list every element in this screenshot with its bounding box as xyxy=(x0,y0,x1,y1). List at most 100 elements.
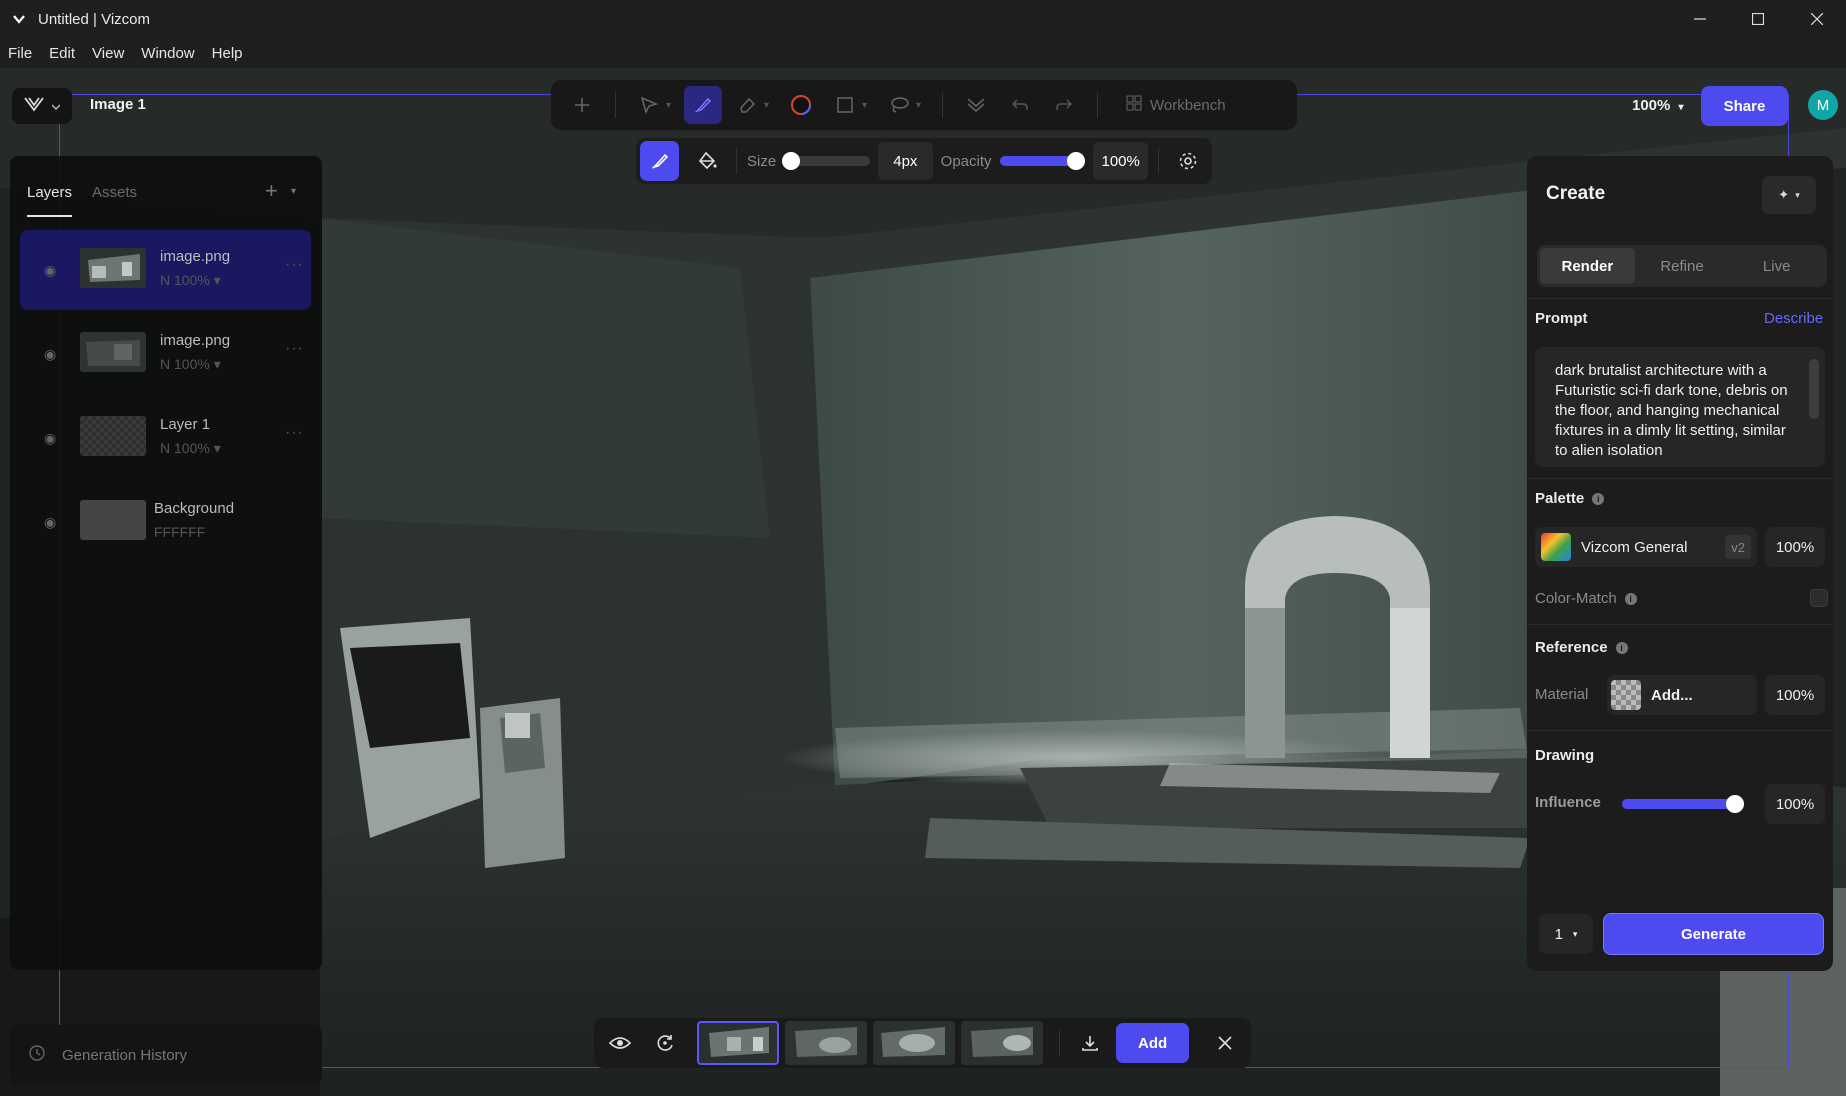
size-slider[interactable] xyxy=(782,152,871,170)
menu-file[interactable]: File xyxy=(8,45,32,62)
more-icon[interactable]: ··· xyxy=(285,424,304,442)
toolbar-divider xyxy=(1059,1030,1061,1056)
regenerate-icon[interactable] xyxy=(646,1023,686,1063)
lasso-icon[interactable] xyxy=(880,86,918,124)
download-icon[interactable] xyxy=(1070,1023,1110,1063)
maximize-icon[interactable] xyxy=(1729,0,1787,38)
eye-icon[interactable]: ◉ xyxy=(44,262,56,279)
menu-help[interactable]: Help xyxy=(212,45,243,62)
workbench-icon xyxy=(1126,95,1142,115)
share-button[interactable]: Share xyxy=(1701,86,1788,126)
tab-render[interactable]: Render xyxy=(1540,248,1635,284)
gear-icon[interactable] xyxy=(1169,141,1208,181)
redo-icon[interactable] xyxy=(1045,86,1083,124)
more-icon[interactable]: ··· xyxy=(285,256,304,274)
chevron-down-icon[interactable]: ▾ xyxy=(916,100,928,111)
section-divider xyxy=(1527,624,1833,625)
minimize-icon[interactable] xyxy=(1671,0,1729,38)
layer-row[interactable]: ◉ image.png N 100% ▾ ··· xyxy=(20,230,311,310)
rectangle-icon[interactable] xyxy=(826,86,864,124)
tab-layers[interactable]: Layers xyxy=(27,184,73,217)
generation-thumbnail[interactable] xyxy=(873,1021,956,1065)
plus-icon[interactable] xyxy=(563,86,601,124)
layer-color-value[interactable]: FFFFFF xyxy=(154,524,205,540)
add-layer-icon[interactable]: + xyxy=(265,178,278,204)
menu-edit[interactable]: Edit xyxy=(49,45,75,62)
generation-history-button[interactable]: Generation History xyxy=(10,1025,322,1085)
describe-link[interactable]: Describe xyxy=(1764,310,1823,327)
opacity-slider[interactable] xyxy=(999,152,1086,170)
menu-view[interactable]: View xyxy=(92,45,124,62)
influence-value[interactable]: 100% xyxy=(1765,784,1825,824)
generation-history-label: Generation History xyxy=(62,1046,188,1064)
eye-icon[interactable]: ◉ xyxy=(44,346,56,363)
color-match-checkbox[interactable] xyxy=(1810,589,1828,607)
material-select[interactable]: Add... xyxy=(1607,675,1757,715)
layers-down-icon[interactable] xyxy=(957,86,995,124)
tab-assets[interactable]: Assets xyxy=(92,184,137,217)
more-icon[interactable]: ··· xyxy=(285,340,304,358)
info-icon[interactable]: i xyxy=(1615,641,1628,654)
close-icon[interactable] xyxy=(1205,1023,1245,1063)
influence-slider[interactable] xyxy=(1622,795,1744,813)
color-circle-icon[interactable] xyxy=(782,86,820,124)
magic-options-button[interactable]: ✦ ▾ xyxy=(1762,176,1816,214)
eye-icon[interactable] xyxy=(600,1023,640,1063)
generate-button[interactable]: Generate xyxy=(1603,913,1824,955)
output-count-select[interactable]: 1 ▾ xyxy=(1539,914,1593,954)
zoom-value: 100% xyxy=(1632,97,1671,114)
prompt-input[interactable]: dark brutalist architecture with a Futur… xyxy=(1535,347,1825,467)
layer-blend-opacity[interactable]: N 100% ▾ xyxy=(160,356,221,373)
add-to-canvas-button[interactable]: Add xyxy=(1115,1023,1190,1063)
document-name[interactable]: Image 1 xyxy=(90,96,146,113)
material-thumbnail xyxy=(1611,680,1641,710)
layer-row[interactable]: ◉ Background FFFFFF xyxy=(20,482,311,562)
chevron-down-icon[interactable]: ▾ xyxy=(862,100,874,111)
layer-blend-opacity[interactable]: N 100% ▾ xyxy=(160,272,221,289)
opacity-slider-knob[interactable] xyxy=(1067,152,1086,170)
material-label: Material xyxy=(1535,686,1589,703)
palette-strength-input[interactable]: 100% xyxy=(1765,527,1825,567)
app-menu-button[interactable] xyxy=(12,88,72,124)
eye-icon[interactable]: ◉ xyxy=(44,430,56,447)
layer-row[interactable]: ◉ image.png N 100% ▾ ··· xyxy=(20,314,311,394)
layers-panel: Layers Assets + ▾ ◉ image.png N 100% ▾ ·… xyxy=(10,156,322,970)
size-value[interactable]: 4px xyxy=(878,142,933,180)
tab-live[interactable]: Live xyxy=(1729,248,1824,284)
opacity-label: Opacity xyxy=(940,152,992,170)
size-slider-knob[interactable] xyxy=(782,152,801,170)
menu-window[interactable]: Window xyxy=(141,45,194,62)
undo-icon[interactable] xyxy=(1001,86,1039,124)
generation-thumbnail[interactable] xyxy=(697,1021,780,1065)
info-icon[interactable]: i xyxy=(1592,492,1605,505)
chevron-down-icon[interactable]: ▾ xyxy=(764,100,776,111)
main-toolbar: ▾ ▾ ▾ ▾ Workbench xyxy=(551,80,1297,130)
material-strength-input[interactable]: 100% xyxy=(1765,675,1825,715)
generation-thumbnail[interactable] xyxy=(961,1021,1044,1065)
eraser-icon[interactable] xyxy=(728,86,766,124)
tab-refine[interactable]: Refine xyxy=(1635,248,1730,284)
generation-bar: Add xyxy=(594,1018,1251,1068)
chevron-down-icon[interactable]: ▾ xyxy=(666,100,678,111)
vizcom-app: Untitled | Vizcom File Edit View Window … xyxy=(0,0,1846,1096)
influence-slider-knob[interactable] xyxy=(1726,795,1744,813)
close-icon[interactable] xyxy=(1788,0,1846,38)
layer-row[interactable]: ◉ Layer 1 N 100% ▾ ··· xyxy=(20,398,311,478)
palette-select[interactable]: Vizcom General v2 xyxy=(1535,527,1757,567)
brush-icon[interactable] xyxy=(684,86,722,124)
eye-icon[interactable]: ◉ xyxy=(44,514,56,531)
section-divider xyxy=(1527,730,1833,731)
generation-thumbnail[interactable] xyxy=(785,1021,868,1065)
workbench-button[interactable]: Workbench xyxy=(1126,95,1226,115)
info-icon[interactable]: i xyxy=(1624,592,1637,605)
zoom-control[interactable]: 100% ▾ xyxy=(1632,97,1684,114)
chevron-down-icon[interactable] xyxy=(0,0,38,38)
avatar[interactable]: M xyxy=(1808,90,1838,120)
fill-bucket-icon[interactable] xyxy=(687,141,726,181)
select-arrow-icon[interactable] xyxy=(630,86,668,124)
chevron-down-icon[interactable]: ▾ xyxy=(291,186,296,197)
layer-blend-opacity[interactable]: N 100% ▾ xyxy=(160,440,221,457)
opacity-value[interactable]: 100% xyxy=(1093,142,1148,180)
prompt-scrollbar[interactable] xyxy=(1809,359,1819,419)
brush-tool-icon[interactable] xyxy=(640,141,680,181)
